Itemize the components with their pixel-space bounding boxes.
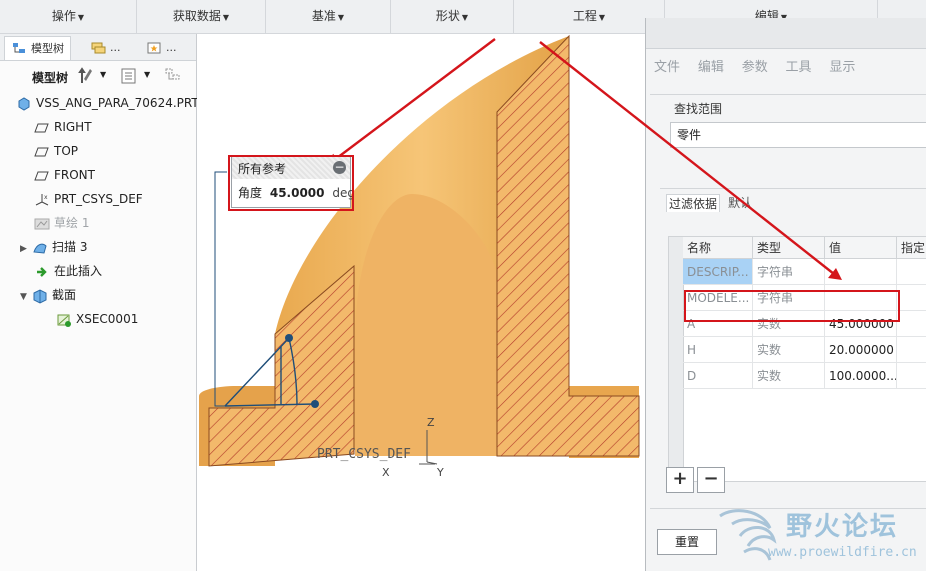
section-icon bbox=[33, 288, 47, 304]
tab-favorites[interactable]: ... bbox=[140, 36, 183, 59]
tree-item-sections[interactable]: ▼ 截面 bbox=[20, 284, 76, 306]
expand-down-icon[interactable]: ▼ bbox=[20, 286, 32, 308]
tree-toolbar-label: 模型树 bbox=[32, 71, 69, 85]
axis-z-label: Z bbox=[427, 416, 435, 429]
dimension-callout[interactable]: 所有参考 − 角度 45.0000 deg bbox=[231, 156, 355, 208]
callout-header-label: 所有参考 bbox=[238, 162, 287, 176]
layers-icon bbox=[91, 42, 106, 54]
callout-param-value[interactable]: 45.0000 bbox=[270, 186, 325, 200]
watermark-url: www.proewildfire.cn bbox=[768, 545, 917, 560]
cell-type[interactable]: 实数 bbox=[753, 337, 825, 363]
tree-item-part[interactable]: VSS_ANG_PARA_70624.PRT bbox=[16, 92, 199, 114]
ribbon-group-get-data[interactable]: 获取数据 ▼ bbox=[137, 0, 266, 33]
datum-plane-icon bbox=[34, 147, 49, 156]
sweep-icon bbox=[33, 243, 47, 254]
column-header-designate[interactable]: 指定 bbox=[897, 237, 926, 259]
axis-y-label: Y bbox=[436, 466, 444, 479]
axis-x-label: X bbox=[382, 466, 390, 479]
tree-toolbar: 模型树 ▼ ▼ bbox=[0, 61, 196, 91]
remove-parameter-button[interactable]: − bbox=[697, 467, 725, 493]
cell-type[interactable]: 实数 bbox=[753, 363, 825, 389]
cell-value[interactable]: 100.0000... bbox=[825, 363, 897, 389]
tree-item-right[interactable]: RIGHT bbox=[34, 116, 92, 138]
cell-type[interactable]: 实数 bbox=[753, 311, 825, 337]
expand-right-icon[interactable]: ▶ bbox=[20, 238, 32, 260]
reset-button[interactable]: 重置 bbox=[657, 529, 717, 555]
datum-plane-icon bbox=[34, 123, 49, 132]
ribbon-group-shapes[interactable]: 形状 ▼ bbox=[391, 0, 514, 33]
tree-item-csys[interactable]: x PRT_CSYS_DEF bbox=[34, 188, 143, 210]
svg-text:x: x bbox=[44, 194, 48, 201]
cell-name[interactable]: D bbox=[683, 363, 753, 389]
datum-plane-icon bbox=[34, 171, 49, 180]
callout-param-label: 角度 bbox=[238, 186, 263, 200]
cell-designate[interactable] bbox=[897, 337, 926, 363]
ribbon-group-operations[interactable]: 操作 ▼ bbox=[0, 0, 137, 33]
ribbon-group-engineering[interactable]: 工程 ▼ bbox=[514, 0, 665, 33]
tab-layers[interactable]: ... bbox=[84, 36, 127, 59]
sketch-point-top[interactable] bbox=[285, 334, 293, 342]
settings-dropdown-icon[interactable]: ▼ bbox=[100, 70, 106, 79]
cell-value[interactable]: 45.000000 bbox=[825, 311, 897, 337]
cell-name[interactable]: A bbox=[683, 311, 753, 337]
annotation-arrow-to-table bbox=[539, 41, 842, 280]
callout-param-unit: deg bbox=[332, 186, 355, 200]
cell-designate[interactable] bbox=[897, 363, 926, 389]
show-list-icon[interactable] bbox=[120, 67, 138, 85]
cell-designate[interactable] bbox=[897, 259, 926, 285]
callout-param: 角度 45.0000 deg bbox=[238, 184, 355, 201]
model-tree-icon bbox=[13, 43, 25, 53]
insert-here-icon bbox=[37, 266, 47, 277]
sketch-icon bbox=[34, 218, 50, 229]
csys-icon: x bbox=[35, 193, 49, 205]
watermark-title: 野火论坛 bbox=[786, 512, 899, 542]
cell-designate[interactable] bbox=[897, 285, 926, 311]
add-parameter-button[interactable]: + bbox=[666, 467, 694, 493]
part-icon bbox=[18, 96, 30, 111]
model-tree-panel: 模型树 ... ... 模型树 ▼ ▼ VSS_ANG_PARA_70624.P… bbox=[0, 34, 199, 571]
tree-item-sketch[interactable]: 草绘 1 bbox=[34, 212, 89, 234]
collapse-icon[interactable]: − bbox=[333, 161, 346, 174]
show-dropdown-icon[interactable]: ▼ bbox=[144, 70, 150, 79]
filter-icon[interactable] bbox=[164, 67, 184, 85]
ribbon-group-datum[interactable]: 基准 ▼ bbox=[266, 0, 391, 33]
tree-item-insert-here[interactable]: 在此插入 bbox=[34, 260, 102, 282]
cell-designate[interactable] bbox=[897, 311, 926, 337]
tree-item-sweep[interactable]: ▶ 扫描 3 bbox=[20, 236, 87, 258]
cell-name[interactable]: H bbox=[683, 337, 753, 363]
angle-reference-line bbox=[214, 171, 227, 407]
tab-model-tree[interactable]: 模型树 bbox=[4, 36, 71, 60]
panel-tabs: 模型树 ... ... bbox=[0, 34, 196, 61]
favorites-icon bbox=[147, 42, 161, 54]
settings-tools-icon[interactable] bbox=[78, 67, 96, 85]
tree-item-front[interactable]: FRONT bbox=[34, 164, 95, 186]
callout-header: 所有参考 − bbox=[232, 157, 350, 179]
tree-item-top[interactable]: TOP bbox=[34, 140, 78, 162]
sketch-point-right[interactable] bbox=[311, 400, 319, 408]
csys-label: PRT_CSYS_DEF bbox=[317, 447, 411, 462]
xsec-icon bbox=[57, 314, 71, 327]
cell-value[interactable]: 20.000000 bbox=[825, 337, 897, 363]
tree-item-xsec[interactable]: XSEC0001 bbox=[56, 308, 138, 330]
inner-cylinder-face bbox=[355, 194, 497, 456]
